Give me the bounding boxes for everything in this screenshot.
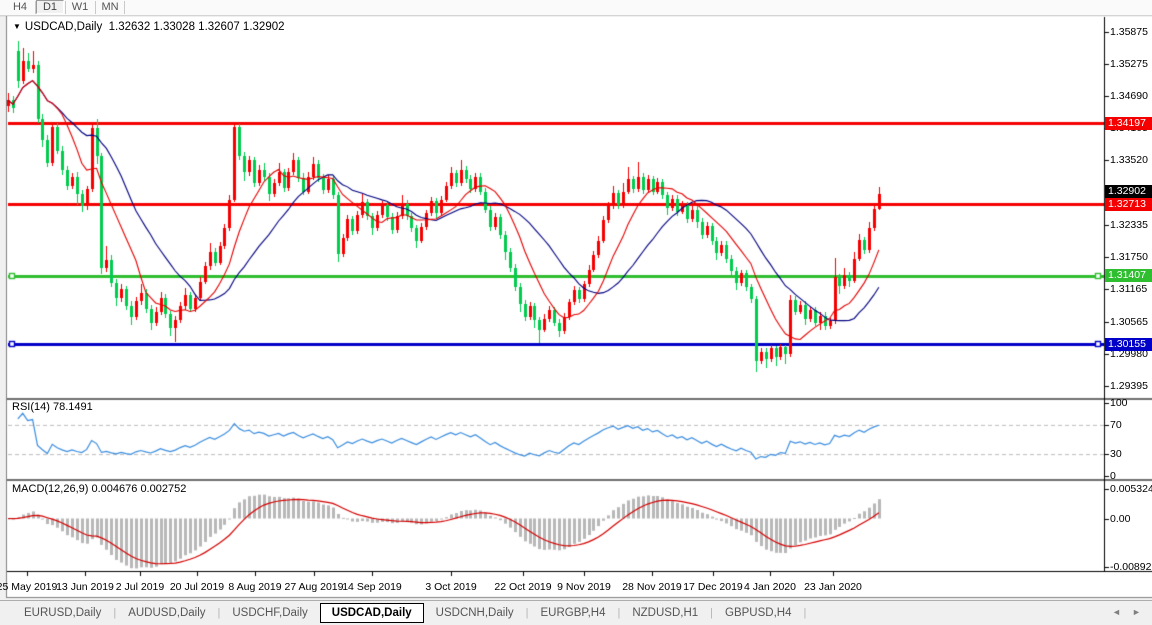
tab-eurgbp[interactable]: EURGBP,H4 — [528, 604, 617, 622]
tab-audusd[interactable]: AUDUSD,Daily — [116, 604, 217, 622]
tab-scroll-right-icon[interactable]: ► — [1132, 607, 1141, 617]
price-tick-label: 1.29395 — [1110, 380, 1148, 392]
date-label: 23 Jan 2020 — [793, 581, 873, 593]
mt4-chart-window: H4D1W1MN ▼ USDCAD,Daily 1.32632 1.33028 1… — [0, 0, 1152, 625]
price-tick-label: 1.34690 — [1110, 90, 1148, 102]
timeframe-button-h4[interactable]: H4 — [6, 0, 34, 14]
rsi-axis-label: 30 — [1110, 448, 1122, 460]
tab-usdcad[interactable]: USDCAD,Daily — [320, 603, 424, 623]
macd-main-value: 0.004676 — [91, 483, 137, 495]
macd-signal-value: 0.002752 — [140, 483, 186, 495]
price-tick-label: 1.31750 — [1110, 251, 1148, 263]
rsi-axis-label: 0 — [1110, 470, 1116, 482]
ohlc-values: 1.32632 1.33028 1.32607 1.32902 — [109, 21, 285, 33]
price-badge: 1.34197 — [1105, 117, 1152, 130]
macd-name: MACD(12,26,9) — [12, 483, 88, 495]
timeframe-button-d1[interactable]: D1 — [36, 0, 64, 14]
tab-eurusd[interactable]: EURUSD,Daily — [12, 604, 113, 622]
toolbar-separator — [124, 1, 125, 14]
tab-nzdusd[interactable]: NZDUSD,H1 — [620, 604, 710, 622]
macd-axis-label: 0.005324 — [1110, 483, 1152, 495]
macd-axis-label: -0.008929 — [1110, 561, 1152, 573]
rsi-label: RSI(14) 78.1491 — [12, 401, 93, 413]
price-tick-label: 1.31165 — [1110, 283, 1147, 295]
price-badge: 1.30155 — [1105, 338, 1152, 351]
tab-usdchf[interactable]: USDCHF,Daily — [220, 604, 319, 622]
tab-scroll-left-icon[interactable]: ◄ — [1112, 607, 1121, 617]
price-tick-label: 1.35875 — [1110, 26, 1148, 38]
date-label: 14 Sep 2019 — [332, 581, 412, 593]
chart-tabs-bar: EURUSD,Daily|AUDUSD,Daily|USDCHF,DailyUS… — [0, 600, 1152, 625]
timeframe-toolbar: H4D1W1MN — [0, 0, 1152, 16]
chart-title: ▼ USDCAD,Daily 1.32632 1.33028 1.32607 1.… — [13, 21, 285, 33]
tab-usdcnh[interactable]: USDCNH,Daily — [424, 604, 526, 622]
price-badge: 1.32713 — [1105, 198, 1152, 211]
price-badge: 1.31407 — [1105, 269, 1152, 282]
price-tick-label: 1.32335 — [1110, 219, 1148, 231]
rsi-axis-label: 70 — [1110, 419, 1122, 431]
price-badge: 1.32902 — [1105, 185, 1152, 198]
timeframe-button-mn[interactable]: MN — [96, 0, 124, 14]
rsi-current-value: 78.1491 — [53, 401, 93, 413]
timeframe-button-w1[interactable]: W1 — [66, 0, 94, 14]
symbol-label: USDCAD,Daily — [25, 21, 102, 33]
tab-separator: | — [803, 607, 806, 619]
price-tick-label: 1.30565 — [1110, 316, 1148, 328]
macd-label: MACD(12,26,9) 0.004676 0.002752 — [12, 483, 186, 495]
macd-axis-label: 0.00 — [1110, 513, 1130, 525]
rsi-name: RSI(14) — [12, 401, 50, 413]
price-tick-label: 1.35275 — [1110, 58, 1148, 70]
rsi-axis-label: 100 — [1110, 397, 1128, 409]
price-tick-label: 1.33520 — [1110, 154, 1148, 166]
date-label: 3 Oct 2019 — [411, 581, 491, 593]
tab-gbpusd[interactable]: GBPUSD,H4 — [713, 604, 803, 622]
chart-canvas[interactable] — [0, 0, 1152, 625]
chevron-down-icon: ▼ — [13, 22, 21, 31]
